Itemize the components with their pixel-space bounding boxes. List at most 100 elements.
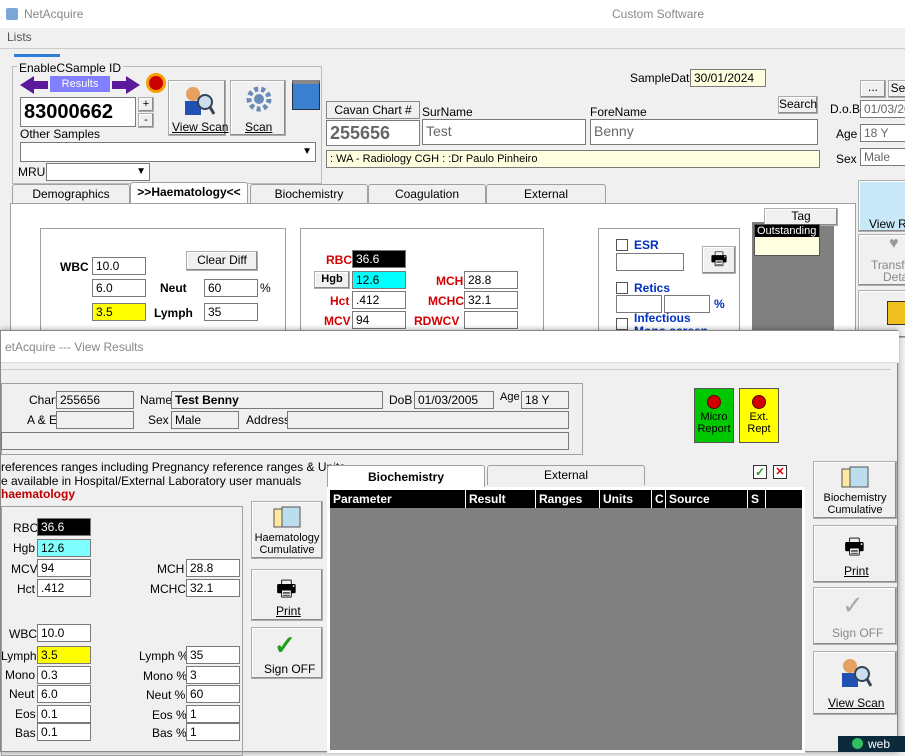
scan-button[interactable]: Scan [230,80,286,136]
rdwcv-field[interactable] [464,311,518,329]
neut-abs-field[interactable]: 6.0 [92,279,146,297]
tab-external[interactable]: External [486,184,606,204]
vr-sex-label: Sex [148,413,169,427]
col-c[interactable]: C [652,490,666,508]
bio-view-scan-button[interactable]: View Scan [813,651,897,715]
bio-sign-off-button[interactable]: ✓ Sign OFF [813,587,897,645]
vr-tab-close-button[interactable]: ✕ [773,465,787,479]
dob-label: D.o.B [830,102,861,116]
other-samples-select[interactable]: ▼ [20,142,316,162]
vr-ae-field [56,411,134,429]
clear-diff-button[interactable]: Clear Diff [186,251,258,271]
col-source[interactable]: Source [666,490,748,508]
col-ranges[interactable]: Ranges [536,490,600,508]
sample-date-field[interactable]: 30/01/2024 [690,69,766,87]
retics-label: Retics [634,281,671,295]
forename-field[interactable]: Benny [590,119,818,145]
results-grid[interactable]: Parameter Result Ranges Units C Source S [327,487,805,753]
wbc-field[interactable]: 10.0 [92,257,146,275]
rdwcv-label: RDWCV [414,314,460,328]
col-units[interactable]: Units [600,490,652,508]
haem-cumulative-button[interactable]: Haematology Cumulative [251,501,323,559]
se-button[interactable]: Se [888,80,905,98]
hgb-button[interactable]: Hgb [314,271,350,289]
person-search-icon [185,87,215,115]
vr-title-rule [1,369,891,370]
printer-icon[interactable]: 🖶 [702,246,736,274]
vr-tab-check-button[interactable]: ✓ [753,465,767,479]
taskbar-notification[interactable]: web [838,736,905,752]
vr-mch-field: 28.8 [186,559,240,577]
notepad-icon[interactable] [292,80,320,110]
vr-sign-off-button[interactable]: ✓ Sign OFF [251,627,323,679]
retics-checkbox[interactable] [616,282,628,294]
tab-haematology[interactable]: >>Haematology<< [130,182,248,204]
hct-field[interactable]: .412 [352,291,406,309]
vr-bas-pct-label: Bas % [152,726,187,740]
col-parameter[interactable]: Parameter [330,490,466,508]
bio-folder-icon [841,466,869,488]
vr-rbc-label: RBC [13,521,39,535]
vr-mono-field: 0.3 [37,666,91,684]
arrow-left-icon[interactable] [20,76,48,94]
rbc-field[interactable]: 36.6 [352,250,406,268]
outstanding-item[interactable]: Outstanding [755,225,819,237]
bio-view-scan-label: View Scan [828,696,885,710]
mcv-field[interactable]: 94 [352,311,406,329]
gear-icon [246,86,272,112]
lymph-pct-field[interactable]: 35 [204,303,258,321]
dob-field[interactable]: 01/03/20 [860,100,905,118]
col-s[interactable]: S [748,490,766,508]
esr-field[interactable] [616,253,684,271]
app-icon [6,8,18,20]
vr-age-label: Age [500,391,520,403]
results-label: Results [50,76,110,92]
ext-rept-button[interactable]: Ext. Rept [739,388,779,443]
sample-id-minus[interactable]: - [138,113,154,128]
view-scan-button[interactable]: View Scan [168,80,228,136]
surname-field[interactable]: Test [422,119,586,145]
mchc-field[interactable]: 32.1 [464,291,518,309]
vr-tab-biochemistry[interactable]: Biochemistry [327,465,485,489]
chart-field[interactable]: 255656 [326,120,420,146]
bio-cumulative-button[interactable]: Biochemistry Cumulative [813,461,897,519]
outstanding-list[interactable]: Outstanding [754,224,820,256]
results-nav[interactable]: Results [20,76,140,94]
vr-tab-external[interactable]: External [487,465,645,485]
bio-print-button[interactable]: 🖶 Print [813,525,897,583]
age-field: 18 Y [860,124,905,142]
micro-report-button[interactable]: Micro Report [694,388,734,443]
report-label: Report [697,423,731,435]
search-button[interactable]: Search [778,96,818,114]
ellipsis-button[interactable]: ... [860,80,886,98]
menu-lists[interactable]: Lists [7,30,32,44]
vr-bas-pct-field: 1 [186,723,240,741]
green-check-icon: ✓ [274,630,296,660]
tab-biochemistry[interactable]: Biochemistry [250,184,368,204]
tab-demographics[interactable]: Demographics [12,184,130,204]
col-result[interactable]: Result [466,490,536,508]
tab-coagulation[interactable]: Coagulation [368,184,486,204]
sample-id-plus[interactable]: + [138,97,154,112]
lymph-abs-field[interactable]: 3.5 [92,303,146,321]
transfusion-button[interactable]: ♥ Transfu Deta [858,234,905,286]
esr-checkbox[interactable] [616,239,628,251]
vr-mchc-label: MCHC [150,582,186,596]
vr-sex-field: Male [171,411,239,429]
view-report-button[interactable]: View Re [858,180,905,232]
sample-id-field[interactable]: 83000662 [20,97,136,127]
infectious-checkbox[interactable] [616,318,628,330]
forename-label: ForeName [590,105,647,119]
vr-eos-label: Eos [15,707,36,721]
hgb-field[interactable]: 12.6 [352,271,406,289]
vr-print-button[interactable]: 🖶 Print [251,569,323,621]
mru-select[interactable]: ▼ [46,163,150,181]
lymph-label: Lymph [154,306,193,320]
lifebuoy-icon[interactable] [146,73,166,93]
micro-label: Micro [700,411,728,423]
folder-chart-icon [273,506,301,528]
arrow-right-icon[interactable] [112,76,140,94]
mch-field[interactable]: 28.8 [464,271,518,289]
mch-label: MCH [436,274,464,288]
neut-pct-field[interactable]: 60 [204,279,258,297]
